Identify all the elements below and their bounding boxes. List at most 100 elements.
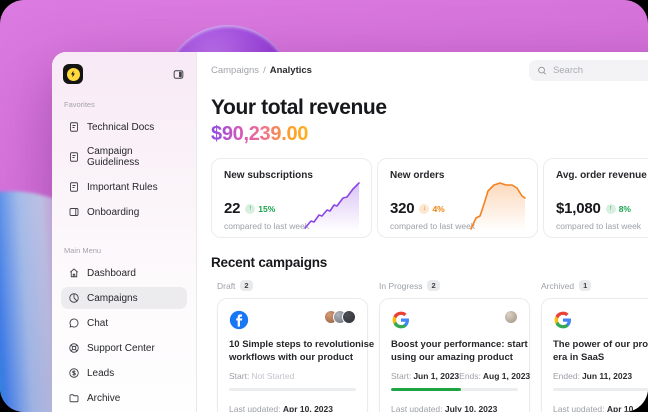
- campaigns-icon: [68, 292, 80, 304]
- sidebar-item-chat[interactable]: Chat: [61, 312, 187, 334]
- book-icon: [68, 206, 80, 218]
- stat-card-new-orders[interactable]: New orders 320 ↓ 4% compared to last wee…: [377, 158, 538, 238]
- campaign-start: Start:Jun 1, 2023: [391, 371, 459, 381]
- search-bar[interactable]: [529, 60, 648, 81]
- sidebar-item-label: Technical Docs: [87, 122, 154, 133]
- lightning-bolt-icon: [67, 68, 80, 81]
- campaign-ended: Ended:Jun 11, 2023: [553, 371, 632, 381]
- search-input[interactable]: [553, 65, 648, 76]
- campaign-updated: Last updated: Apr 10, 2023: [553, 404, 648, 412]
- column-label: Draft: [217, 281, 235, 291]
- sidebar-toggle-icon[interactable]: [172, 68, 185, 81]
- campaign-updated: Last updated: July 10, 2023: [391, 404, 518, 412]
- delta-badge-up: ↑ 8%: [606, 204, 631, 214]
- home-icon: [68, 267, 80, 279]
- main-menu-label: Main Menu: [64, 246, 187, 255]
- sidebar-item-important-rules[interactable]: Important Rules: [61, 176, 187, 198]
- stat-compare: compared to last week: [556, 221, 648, 231]
- campaign-end: Ends:Aug 1, 2023: [459, 371, 530, 381]
- facebook-icon: [229, 310, 249, 330]
- sidebar-item-archive[interactable]: Archive: [61, 387, 187, 409]
- main-area: Campaigns / Analytics Your total revenue…: [197, 52, 648, 412]
- kanban-board: Draft 2: [217, 280, 648, 412]
- app-logo[interactable]: [63, 64, 83, 84]
- delta-badge-down: ↓ 4%: [419, 204, 444, 214]
- stat-value: $1,080: [556, 200, 601, 217]
- sidebar-item-technical-docs[interactable]: Technical Docs: [61, 116, 187, 138]
- avatar-group: [509, 310, 518, 324]
- avatar: [504, 310, 518, 324]
- sidebar-item-campaign-guideliness[interactable]: Campaign Guideliness: [61, 141, 187, 173]
- stat-card-avg-order-revenue[interactable]: Avg. order revenue $1,080 ↑ 8% compared …: [543, 158, 648, 238]
- folder-icon: [68, 392, 80, 404]
- kanban-column-archived: Archived 1: [541, 280, 648, 412]
- document-icon: [68, 121, 80, 133]
- sidebar-item-label: Campaign Guideliness: [87, 146, 180, 168]
- delta-badge-up: ↑ 15%: [245, 204, 275, 214]
- document-icon: [68, 181, 80, 193]
- sparkline-orange: [469, 179, 527, 231]
- sidebar: Favorites Technical Docs Campaign Guidel…: [52, 52, 197, 412]
- google-icon: [391, 310, 411, 330]
- total-revenue-amount: $90,239.00: [211, 123, 308, 146]
- breadcrumb-separator: /: [263, 65, 266, 76]
- breadcrumb-section[interactable]: Campaigns: [211, 65, 259, 76]
- stat-value: 320: [390, 200, 414, 217]
- stats-row: New subscriptions 22 ↑ 15% compared to l…: [211, 158, 648, 238]
- column-count-badge: 1: [579, 280, 591, 291]
- sidebar-item-label: Campaigns: [87, 293, 138, 304]
- sidebar-item-leads[interactable]: Leads: [61, 362, 187, 384]
- delta-value: 4%: [432, 204, 444, 214]
- stat-card-new-subscriptions[interactable]: New subscriptions 22 ↑ 15% compared to l…: [211, 158, 372, 238]
- kanban-column-in-progress: In Progress 2: [379, 280, 530, 412]
- document-icon: [68, 151, 80, 163]
- breadcrumb-page: Analytics: [270, 65, 312, 76]
- sidebar-item-label: Chat: [87, 318, 108, 329]
- kanban-column-draft: Draft 2: [217, 280, 368, 412]
- sidebar-item-dashboard[interactable]: Dashboard: [61, 262, 187, 284]
- sidebar-item-support-center[interactable]: Support Center: [61, 337, 187, 359]
- content: Your total revenue $90,239.00 Select Dat…: [197, 88, 648, 412]
- arrow-down-icon: ↓: [419, 204, 429, 214]
- arrow-up-icon: ↑: [606, 204, 616, 214]
- progress-bar: [391, 388, 518, 391]
- campaign-title: 10 Simple steps to revolutionise workflo…: [229, 338, 356, 365]
- column-count-badge: 2: [240, 280, 252, 291]
- sidebar-item-label: Leads: [87, 368, 114, 379]
- sidebar-item-campaigns[interactable]: Campaigns: [61, 287, 187, 309]
- campaign-title: Boost your performance: start using our …: [391, 338, 518, 365]
- app-window: Favorites Technical Docs Campaign Guidel…: [52, 52, 648, 412]
- page-title: Your total revenue: [211, 96, 648, 120]
- campaign-card[interactable]: Boost your performance: start using our …: [379, 298, 530, 412]
- progress-bar: [229, 388, 356, 391]
- column-count-badge: 2: [427, 280, 439, 291]
- recent-campaigns-heading: Recent campaigns: [211, 255, 648, 270]
- search-icon: [537, 65, 547, 76]
- dollar-coin-icon: [68, 367, 80, 379]
- avatar-group: [329, 310, 356, 324]
- sidebar-item-label: Dashboard: [87, 268, 136, 279]
- campaign-card[interactable]: The power of our product: era in SaaS En…: [541, 298, 648, 412]
- lifebuoy-icon: [68, 342, 80, 354]
- avatar: [342, 310, 356, 324]
- campaign-title: The power of our product: era in SaaS: [553, 338, 648, 365]
- stat-title: Avg. order revenue: [556, 170, 648, 181]
- arrow-up-icon: ↑: [245, 204, 255, 214]
- stat-value: 22: [224, 200, 240, 217]
- sidebar-item-label: Archive: [87, 393, 120, 404]
- scene: Favorites Technical Docs Campaign Guidel…: [0, 0, 648, 412]
- campaign-updated: Last updated: Apr 10, 2023: [229, 404, 356, 412]
- sidebar-item-label: Support Center: [87, 343, 155, 354]
- column-label: In Progress: [379, 281, 422, 291]
- sidebar-item-label: Important Rules: [87, 182, 158, 193]
- delta-value: 15%: [258, 204, 275, 214]
- breadcrumb: Campaigns / Analytics: [211, 65, 312, 76]
- chat-icon: [68, 317, 80, 329]
- delta-value: 8%: [619, 204, 631, 214]
- sidebar-item-label: Onboarding: [87, 207, 139, 218]
- column-label: Archived: [541, 281, 574, 291]
- campaign-card[interactable]: 10 Simple steps to revolutionise workflo…: [217, 298, 368, 412]
- progress-bar: [553, 388, 648, 391]
- topbar: Campaigns / Analytics: [197, 52, 648, 88]
- sidebar-item-onboarding[interactable]: Onboarding: [61, 201, 187, 223]
